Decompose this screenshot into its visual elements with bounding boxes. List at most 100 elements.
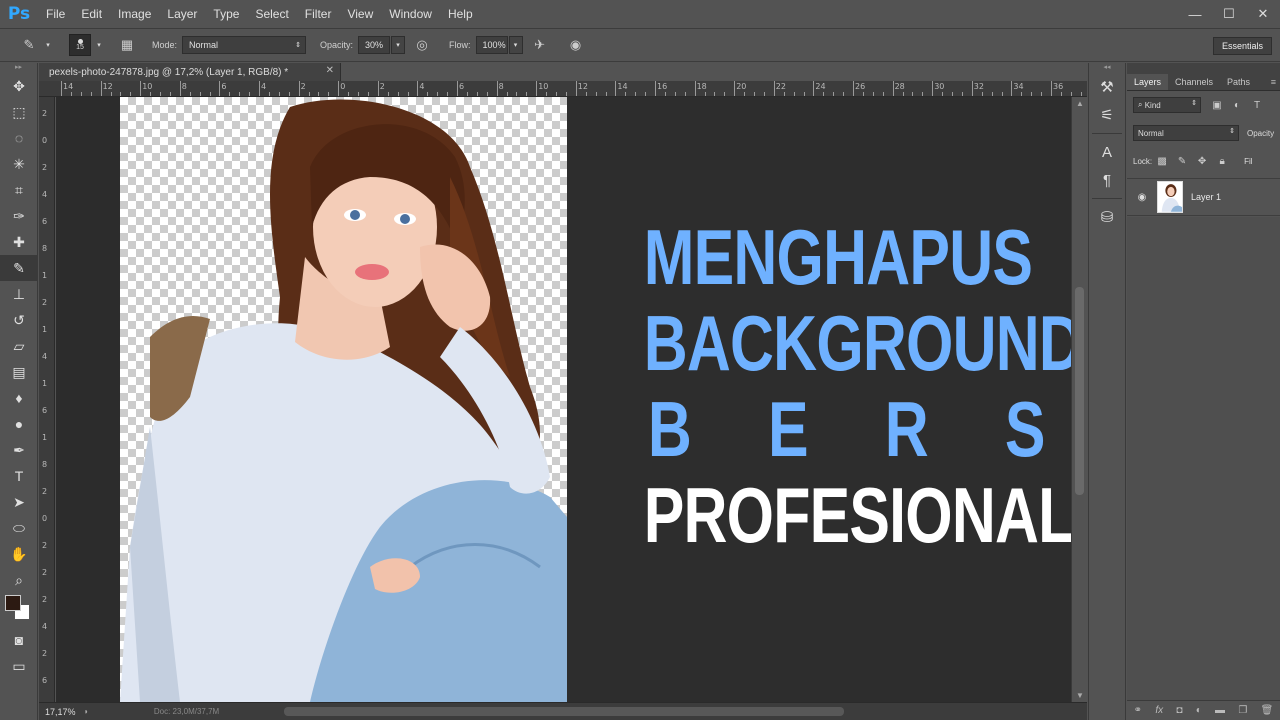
- filter-type-icon[interactable]: T: [1247, 97, 1267, 113]
- document-info[interactable]: Doc: 23,0M/37,7M: [154, 707, 219, 716]
- brush-icon[interactable]: ✎: [0, 255, 38, 281]
- ruler-tick: [714, 92, 716, 96]
- vertical-scrollbar[interactable]: ▲ ▼: [1071, 97, 1087, 702]
- tab-paths[interactable]: Paths: [1220, 74, 1257, 90]
- filter-adjustment-icon[interactable]: ◐: [1227, 97, 1247, 113]
- menu-view[interactable]: View: [339, 0, 381, 28]
- lock-image-icon[interactable]: ✎: [1172, 153, 1192, 169]
- path-select-icon[interactable]: ➤: [0, 489, 38, 515]
- ruler-tick: [100, 81, 102, 96]
- tool-presets-icon[interactable]: ⚒: [1089, 73, 1125, 101]
- adjustment-layer-icon[interactable]: ◐: [1196, 705, 1202, 716]
- opacity-input[interactable]: 30%: [358, 36, 391, 54]
- panel-grip[interactable]: ▸▸: [0, 63, 37, 73]
- tab-channels[interactable]: Channels: [1168, 74, 1220, 90]
- eraser-icon[interactable]: ▱: [0, 333, 38, 359]
- brush-size-picker[interactable]: 15: [69, 34, 91, 56]
- menu-filter[interactable]: Filter: [297, 0, 340, 28]
- minimize-button[interactable]: —: [1178, 0, 1212, 28]
- lock-transparent-icon[interactable]: ▩: [1152, 153, 1172, 169]
- workspace-switcher[interactable]: Essentials: [1212, 37, 1272, 55]
- scroll-down-icon[interactable]: ▼: [1076, 691, 1084, 700]
- lock-position-icon[interactable]: ✥: [1192, 153, 1212, 169]
- ruler-tick-label: 2: [42, 541, 48, 550]
- panel-menu-icon[interactable]: ≡: [1267, 74, 1280, 90]
- crop-icon[interactable]: ⌗: [0, 177, 38, 203]
- blend-mode-select[interactable]: Normal ⇕: [1133, 125, 1239, 141]
- screen-mode-icon[interactable]: ▭: [0, 653, 38, 679]
- move-icon[interactable]: ✥: [0, 73, 38, 99]
- link-layers-icon[interactable]: ⚭: [1134, 705, 1142, 716]
- character-panel-icon[interactable]: A: [1089, 138, 1125, 166]
- close-button[interactable]: ✕: [1246, 0, 1280, 28]
- pen-icon[interactable]: ✒: [0, 437, 38, 463]
- quick-mask-icon[interactable]: ◙: [0, 627, 38, 653]
- foreground-color-swatch[interactable]: [5, 595, 21, 611]
- menu-type[interactable]: Type: [205, 0, 247, 28]
- new-layer-icon[interactable]: ❐: [1238, 705, 1247, 716]
- maximize-button[interactable]: ☐: [1212, 0, 1246, 28]
- ruler-vertical[interactable]: 2 0 2 4 6 8 1 2 1 4 1 6 1 8 2 0 2 2 2 4 2 6: [39, 97, 55, 702]
- history-brush-icon[interactable]: ↺: [0, 307, 38, 333]
- ruler-tick: [80, 92, 82, 96]
- scroll-up-icon[interactable]: ▲: [1076, 99, 1084, 108]
- paragraph-panel-icon[interactable]: ¶: [1089, 166, 1125, 194]
- add-mask-icon[interactable]: ◘: [1176, 705, 1182, 716]
- brush-presets-icon[interactable]: ⚟: [1089, 101, 1125, 129]
- layer-row[interactable]: ◉ Layer 1: [1127, 178, 1280, 216]
- canvas-area[interactable]: MENGHAPUS BACKGROUND B E R S I H PROFESI…: [56, 97, 1071, 702]
- brush-size-dropdown[interactable]: ▾: [92, 36, 106, 54]
- layer-filter-row: ⌕ Kind ⇕ ▣ ◐ T: [1127, 91, 1280, 119]
- status-menu-icon[interactable]: ◑: [83, 707, 88, 716]
- new-group-icon[interactable]: ▬: [1215, 705, 1225, 716]
- magic-wand-icon[interactable]: ✳: [0, 151, 38, 177]
- flow-input[interactable]: 100%: [475, 36, 508, 54]
- opacity-dropdown[interactable]: ▾: [391, 36, 406, 54]
- clone-source-icon[interactable]: ⛁: [1089, 203, 1125, 231]
- pressure-size-icon[interactable]: ◉: [565, 34, 587, 56]
- document-tab[interactable]: pexels-photo-247878.jpg @ 17,2% (Layer 1…: [39, 63, 341, 81]
- healing-icon[interactable]: ✚: [0, 229, 38, 255]
- marquee-icon[interactable]: ⬚: [0, 99, 38, 125]
- delete-layer-icon[interactable]: 🗑︎: [1261, 705, 1274, 716]
- mode-select[interactable]: Normal ⇕: [182, 36, 307, 54]
- lock-all-icon[interactable]: 🔒︎: [1212, 153, 1232, 169]
- ruler-horizontal[interactable]: 14 12 10 8 6 4 2 0 2 4 6 8 10 12 14 16 18 20 22 24 26 28 30 32 3…: [39, 81, 1087, 97]
- scrollbar-thumb[interactable]: [1075, 287, 1084, 495]
- gradient-icon[interactable]: ▤: [0, 359, 38, 385]
- zoom-level[interactable]: 17,17%: [39, 707, 83, 717]
- eyedropper-icon[interactable]: ✑: [0, 203, 38, 229]
- menu-layer[interactable]: Layer: [159, 0, 205, 28]
- brush-panel-icon[interactable]: ▦: [116, 34, 138, 56]
- lasso-icon[interactable]: ◌: [0, 125, 38, 151]
- menu-bar: Ps File Edit Image Layer Type Select Fil…: [0, 0, 1280, 28]
- brush-preset-dropdown[interactable]: ▾: [41, 36, 55, 54]
- flow-dropdown[interactable]: ▾: [508, 36, 523, 54]
- layer-name[interactable]: Layer 1: [1191, 192, 1221, 202]
- fx-icon[interactable]: fx: [1155, 705, 1163, 716]
- hand-icon[interactable]: ✋: [0, 541, 38, 567]
- dodge-icon[interactable]: ●: [0, 411, 38, 437]
- menu-select[interactable]: Select: [247, 0, 296, 28]
- zoom-icon[interactable]: ⌕: [0, 567, 38, 593]
- pressure-opacity-icon[interactable]: ◎: [411, 34, 433, 56]
- blur-icon[interactable]: ♦: [0, 385, 38, 411]
- menu-edit[interactable]: Edit: [73, 0, 110, 28]
- filter-kind-select[interactable]: ⌕ Kind ⇕: [1133, 97, 1201, 113]
- airbrush-icon[interactable]: ✈: [529, 34, 551, 56]
- tab-layers[interactable]: Layers: [1127, 74, 1169, 90]
- brush-preset-icon[interactable]: ✎: [18, 34, 40, 56]
- ellipse-icon[interactable]: ⬭: [0, 515, 38, 541]
- menu-window[interactable]: Window: [381, 0, 440, 28]
- filter-pixel-icon[interactable]: ▣: [1207, 97, 1227, 113]
- menu-file[interactable]: File: [38, 0, 73, 28]
- visibility-eye-icon[interactable]: ◉: [1127, 192, 1157, 203]
- dock-grip[interactable]: ◂◂: [1089, 63, 1125, 73]
- type-icon[interactable]: T: [0, 463, 38, 489]
- color-swatches[interactable]: [0, 593, 38, 627]
- horizontal-scrollbar[interactable]: [284, 707, 844, 716]
- menu-help[interactable]: Help: [440, 0, 481, 28]
- menu-image[interactable]: Image: [110, 0, 159, 28]
- close-tab-icon[interactable]: ✕: [326, 65, 334, 76]
- stamp-icon[interactable]: ⊥: [0, 281, 38, 307]
